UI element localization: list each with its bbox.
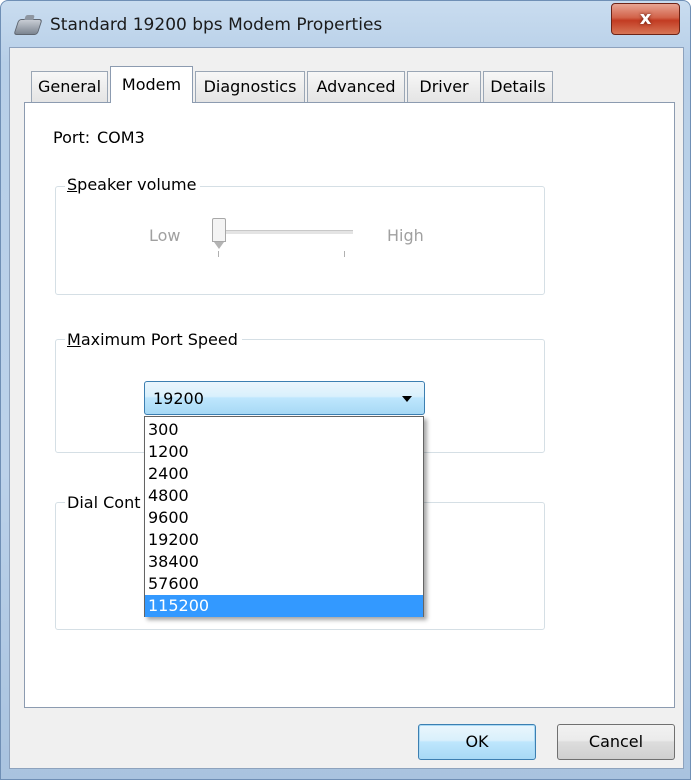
close-icon: x (639, 8, 652, 29)
tab-label: Details (490, 77, 546, 96)
tab-label: General (37, 77, 102, 96)
tab-details[interactable]: Details (483, 71, 553, 102)
tab-general[interactable]: General (31, 71, 108, 102)
close-button[interactable]: x (611, 3, 680, 35)
port-speed-selected: 19200 (153, 389, 204, 408)
chevron-down-icon[interactable] (402, 396, 412, 402)
speaker-volume-group (55, 186, 545, 295)
cancel-button[interactable]: Cancel (557, 724, 675, 760)
volume-slider-track (218, 230, 353, 235)
list-item[interactable]: 300 (145, 419, 423, 441)
tab-label: Advanced (316, 77, 396, 96)
tab-label: Diagnostics (203, 77, 297, 96)
slider-tick (218, 251, 219, 257)
list-item[interactable]: 4800 (145, 485, 423, 507)
tab-label: Modem (121, 75, 182, 94)
group-title-text: peaker volume (77, 175, 197, 194)
title-bar[interactable]: Standard 19200 bps Modem Properties x (0, 0, 691, 46)
modem-icon (13, 19, 43, 35)
ok-button[interactable]: OK (418, 724, 536, 760)
port-speed-dropdown-list[interactable]: 300 1200 2400 4800 9600 19200 38400 5760… (144, 416, 424, 617)
port-value: COM3 (97, 128, 145, 147)
list-item[interactable]: 9600 (145, 507, 423, 529)
list-item[interactable]: 2400 (145, 463, 423, 485)
slider-tick (344, 251, 345, 257)
mnemonic: S (67, 175, 78, 194)
port-speed-select[interactable]: 19200 (144, 381, 425, 415)
list-item-highlighted[interactable]: 115200 (145, 595, 423, 617)
volume-low-label: Low (149, 226, 181, 245)
window-title: Standard 19200 bps Modem Properties (50, 15, 383, 35)
volume-slider-thumb[interactable] (212, 218, 226, 249)
list-item[interactable]: 57600 (145, 573, 423, 595)
volume-high-label: High (387, 226, 424, 245)
tab-modem[interactable]: Modem (110, 66, 193, 103)
speaker-volume-title: Speaker volume (65, 175, 201, 194)
tab-diagnostics[interactable]: Diagnostics (195, 71, 305, 102)
port-speed-title: Maximum Port Speed (65, 330, 242, 349)
group-title-text: aximum Port Speed (80, 330, 238, 349)
list-item[interactable]: 1200 (145, 441, 423, 463)
tab-advanced[interactable]: Advanced (307, 71, 405, 102)
list-item[interactable]: 19200 (145, 529, 423, 551)
tab-label: Driver (419, 77, 469, 96)
tab-driver[interactable]: Driver (407, 71, 481, 102)
port-label: Port: (53, 128, 91, 147)
mnemonic: M (67, 330, 81, 349)
dial-control-title: Dial Cont (65, 493, 145, 512)
list-item[interactable]: 38400 (145, 551, 423, 573)
